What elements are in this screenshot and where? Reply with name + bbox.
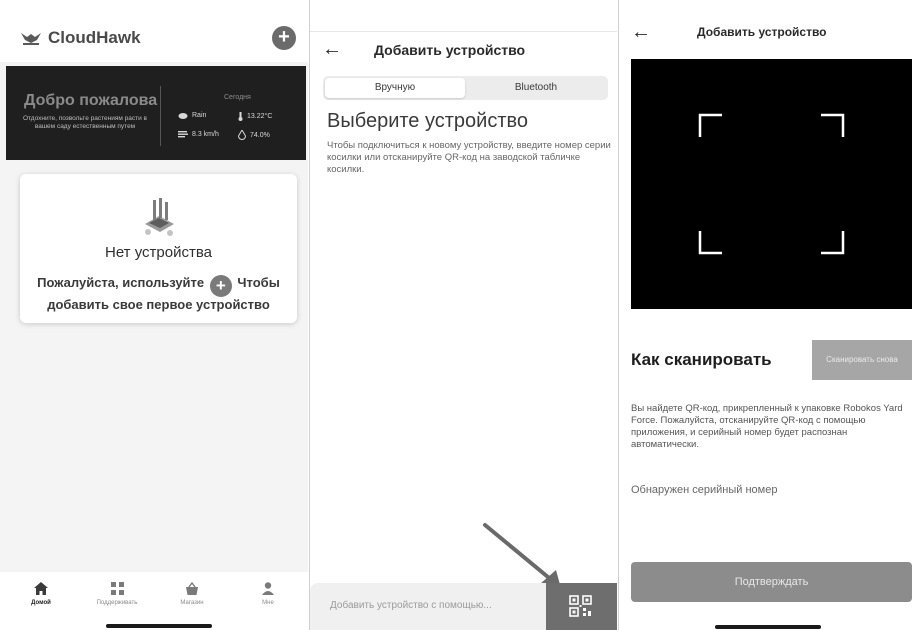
status-strip <box>310 0 617 32</box>
mode-switch: Вручную Bluetooth <box>323 76 608 100</box>
app-logo: CloudHawk <box>20 28 141 48</box>
home-screen: CloudHawk + Добро пожалова Отдохните, по… <box>0 0 308 630</box>
how-to-scan-heading: Как сканировать <box>631 350 772 369</box>
app-name: CloudHawk <box>48 28 141 47</box>
tab-home[interactable]: Домой <box>6 582 76 606</box>
qr-scan-button[interactable] <box>546 583 617 630</box>
cloud-icon <box>178 113 188 119</box>
page-title: Добавить устройство <box>374 42 526 58</box>
confirm-button[interactable]: Подтверждать <box>631 562 912 602</box>
thermometer-icon <box>238 112 243 121</box>
plus-circle-icon: + <box>209 275 232 297</box>
tab-bluetooth[interactable]: Bluetooth <box>466 78 606 98</box>
welcome-title: Добро пожалова <box>24 92 158 109</box>
divider <box>160 86 161 146</box>
scan-frame-icon <box>698 113 845 255</box>
shop-basket-icon <box>186 582 198 595</box>
tab-shop[interactable]: Магазин <box>157 582 227 606</box>
scan-description: Вы найдете QR-код, прикрепленный к упако… <box>631 403 903 450</box>
tab-manual[interactable]: Вручную <box>325 78 465 98</box>
wind-icon <box>178 131 188 138</box>
scan-screen: ← Добавить устройство Как сканировать Ск… <box>618 0 917 630</box>
bottom-tab-bar: Домой Поддерживать Магазин Мне <box>0 572 308 630</box>
add-device-screen: ← Добавить устройство Вручную Bluetooth … <box>309 0 617 630</box>
add-device-button[interactable]: + <box>272 26 296 50</box>
cloudhawk-logo-icon <box>21 33 41 45</box>
serial-number-label: Обнаружен серийный номер <box>631 484 778 496</box>
camera-viewfinder[interactable] <box>631 59 912 309</box>
no-device-card: Нет устройства Пожалуйста, используйте +… <box>20 174 297 323</box>
welcome-subtitle: Отдохните, позвольте растениям расти в в… <box>22 115 147 130</box>
today-label: Сегодня <box>224 94 251 101</box>
page-title: Добавить устройство <box>697 25 827 39</box>
mower-illustration-icon <box>145 198 174 236</box>
home-icon <box>34 582 48 595</box>
select-device-heading: Выберите устройство <box>327 110 529 132</box>
tab-me[interactable]: Мне <box>233 582 303 606</box>
no-device-text: Пожалуйста, используйте + Чтобы добавить… <box>37 275 280 312</box>
weather-condition: Rain <box>178 112 206 119</box>
weather-temperature: 13.22°C <box>238 112 272 121</box>
add-device-input[interactable]: Добавить устройство с помощью... <box>310 583 546 630</box>
weather-wind: 8.3 km/h <box>178 130 219 138</box>
tab-support[interactable]: Поддерживать <box>82 582 152 606</box>
select-device-description: Чтобы подключиться к новому устройству, … <box>327 140 611 175</box>
grid-icon <box>110 582 124 595</box>
droplet-icon <box>238 130 246 140</box>
qr-code-icon <box>569 595 592 617</box>
back-button[interactable]: ← <box>322 39 342 59</box>
person-icon <box>262 582 274 595</box>
no-device-title: Нет устройства <box>105 244 212 261</box>
rescan-button[interactable]: Сканировать снова <box>812 340 912 380</box>
home-indicator <box>715 625 821 629</box>
home-indicator <box>106 624 212 628</box>
home-header: CloudHawk + <box>0 0 308 62</box>
back-button[interactable]: ← <box>631 22 651 42</box>
weather-humidity: 74.0% <box>238 130 270 140</box>
welcome-banner: Добро пожалова Отдохните, позвольте раст… <box>6 66 306 160</box>
